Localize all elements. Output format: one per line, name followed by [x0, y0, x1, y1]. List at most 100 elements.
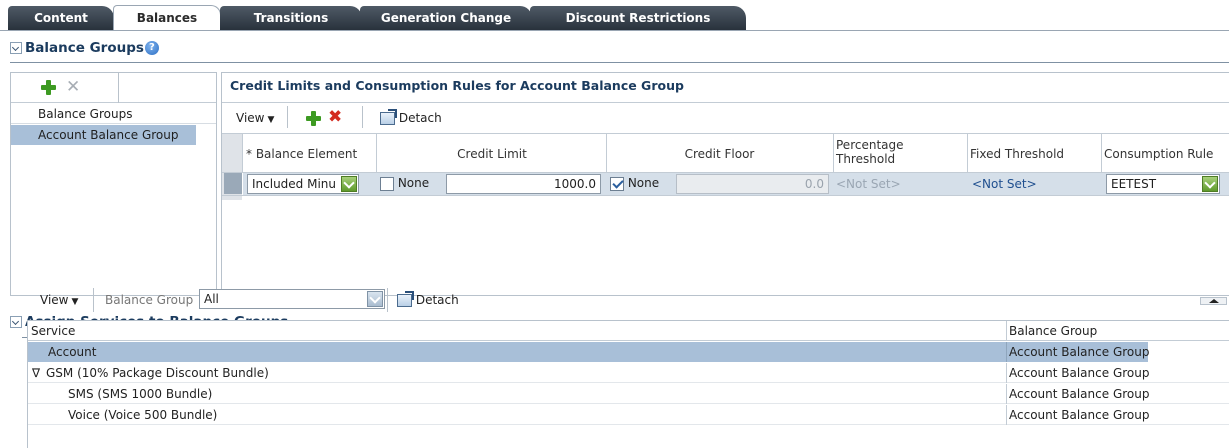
- credit-limits-title: Credit Limits and Consumption Rules for …: [230, 78, 684, 93]
- table-row[interactable]: SMS (SMS 1000 Bundle) Account Balance Gr…: [28, 384, 1229, 404]
- list-item-label: Account Balance Group: [38, 128, 179, 142]
- services-table: Service Balance Group Account Account Ba…: [27, 320, 1229, 448]
- table-row[interactable]: ∇ GSM (10% Package Discount Bundle) Acco…: [28, 363, 1229, 383]
- detach-icon: [397, 291, 414, 307]
- column-divider: [1101, 134, 1102, 172]
- tab-underline: [0, 30, 1229, 31]
- toolbar-separator: [118, 73, 119, 103]
- delete-icon[interactable]: ✕: [66, 79, 80, 96]
- table-row-selected[interactable]: Account Account Balance Group: [28, 342, 1150, 362]
- dropdown-icon[interactable]: [341, 176, 357, 192]
- balance-group-filter-label: Balance Group: [105, 293, 194, 307]
- credit-limit-none-toggle[interactable]: None: [380, 176, 429, 191]
- add-row-icon[interactable]: [306, 111, 321, 126]
- detach-label: Detach: [415, 293, 459, 307]
- add-icon[interactable]: [41, 80, 56, 95]
- checkbox-label: None: [397, 176, 430, 190]
- balance-group-value: Account Balance Group: [1009, 366, 1150, 380]
- tab-content[interactable]: Content: [8, 6, 114, 31]
- caret-down-icon: ▼: [267, 115, 275, 125]
- detach-button[interactable]: Detach: [380, 109, 442, 125]
- fixed-threshold-link[interactable]: <Not Set>: [972, 177, 1037, 191]
- column-divider: [1006, 405, 1007, 425]
- credit-floor-none-toggle[interactable]: None: [610, 176, 659, 191]
- expand-toggle-icon[interactable]: ∇: [32, 366, 40, 380]
- row-bottom-border: [222, 195, 1229, 196]
- toolbar-separator: [287, 106, 288, 128]
- column-divider: [1006, 321, 1007, 341]
- balance-group-filter-value: All: [204, 292, 219, 306]
- column-divider: [1006, 384, 1007, 404]
- balance-groups-title: Balance Groups: [25, 40, 144, 56]
- column-header-service[interactable]: Service: [31, 324, 75, 338]
- column-divider: [606, 134, 607, 172]
- tab-transitions[interactable]: Transitions: [220, 6, 362, 31]
- services-table-header: Service Balance Group: [28, 321, 1229, 341]
- delete-row-icon[interactable]: ✖: [328, 109, 342, 126]
- column-header-percentage-threshold[interactable]: Percentage Threshold: [836, 138, 966, 166]
- checkbox-label: None: [627, 176, 660, 190]
- list-item-selected[interactable]: Account Balance Group: [11, 125, 196, 145]
- row-selector[interactable]: [224, 173, 242, 194]
- credit-limit-input[interactable]: 1000.0: [446, 174, 601, 194]
- column-divider: [1006, 342, 1007, 362]
- balance-group-value: Account Balance Group: [1009, 408, 1150, 422]
- column-divider: [967, 134, 968, 172]
- balance-group-value: Account Balance Group: [1009, 387, 1150, 401]
- balance-groups-header: Balance Groups?: [10, 40, 159, 56]
- collapse-toggle-icon[interactable]: [10, 316, 22, 328]
- service-name: GSM (10% Package Discount Bundle): [46, 366, 269, 380]
- toolbar-separator: [387, 288, 388, 312]
- column-divider: [1006, 363, 1007, 383]
- service-name: Voice (Voice 500 Bundle): [68, 408, 218, 422]
- column-header-balance-group[interactable]: Balance Group: [1009, 324, 1097, 338]
- column-header-credit-limit[interactable]: Credit Limit: [378, 147, 606, 161]
- toolbar-separator: [362, 106, 363, 128]
- section-divider: [10, 62, 1229, 63]
- list-item[interactable]: Balance Groups: [11, 104, 216, 124]
- column-divider: [242, 134, 243, 172]
- dropdown-icon[interactable]: [1202, 176, 1218, 192]
- service-name: SMS (SMS 1000 Bundle): [68, 387, 213, 401]
- credit-floor-input: 0.0: [676, 174, 829, 194]
- column-header-balance-element[interactable]: * Balance Element: [246, 147, 376, 161]
- credit-limits-panel: Credit Limits and Consumption Rules for …: [221, 72, 1229, 296]
- column-divider: [833, 134, 834, 172]
- table-row[interactable]: Voice (Voice 500 Bundle) Account Balance…: [28, 405, 1229, 425]
- divider: [222, 102, 1229, 103]
- detach-icon: [380, 109, 397, 125]
- column-header-consumption-rule[interactable]: Consumption Rule: [1104, 147, 1229, 161]
- tab-balances[interactable]: Balances: [113, 5, 221, 31]
- caret-down-icon: ▼: [71, 297, 79, 307]
- column-divider: [376, 134, 377, 172]
- balance-group-value: Account Balance Group: [1009, 345, 1150, 359]
- toolbar-separator: [93, 288, 94, 312]
- services-view-menu[interactable]: View ▼: [40, 293, 78, 307]
- collapse-toggle-icon[interactable]: [10, 42, 22, 54]
- help-icon[interactable]: ?: [144, 41, 159, 55]
- services-detach-button[interactable]: Detach: [397, 291, 459, 307]
- balance-group-filter-select[interactable]: All: [199, 289, 385, 309]
- detach-label: Detach: [398, 111, 442, 125]
- view-label: View: [40, 293, 69, 307]
- consumption-rule-select[interactable]: EETEST: [1106, 174, 1220, 194]
- view-menu[interactable]: View ▼: [236, 111, 274, 125]
- list-toolbar: ✕: [11, 73, 216, 103]
- service-name: Account: [48, 345, 97, 359]
- credit-limit-none-checkbox[interactable]: [380, 176, 394, 191]
- balance-element-select[interactable]: Included Minu: [247, 174, 359, 194]
- tab-discount-restrictions[interactable]: Discount Restrictions: [530, 6, 746, 31]
- credit-floor-none-checkbox[interactable]: [610, 176, 624, 191]
- table-top-border: [222, 133, 1229, 134]
- balance-group-list-panel: ✕ Balance Groups Account Balance Group: [10, 72, 217, 296]
- column-header-fixed-threshold[interactable]: Fixed Threshold: [970, 147, 1100, 161]
- view-label: View: [236, 111, 265, 125]
- balance-element-value: Included Minu: [252, 177, 337, 191]
- tab-generation-change[interactable]: Generation Change: [360, 6, 532, 31]
- consumption-rule-value: EETEST: [1111, 177, 1157, 191]
- dropdown-icon[interactable]: [367, 291, 383, 307]
- column-header-credit-floor[interactable]: Credit Floor: [606, 147, 833, 161]
- list-item-label: Balance Groups: [38, 107, 133, 121]
- tab-bar: Content Balances Transitions Generation …: [0, 0, 1229, 31]
- percentage-threshold-value[interactable]: <Not Set>: [836, 177, 901, 191]
